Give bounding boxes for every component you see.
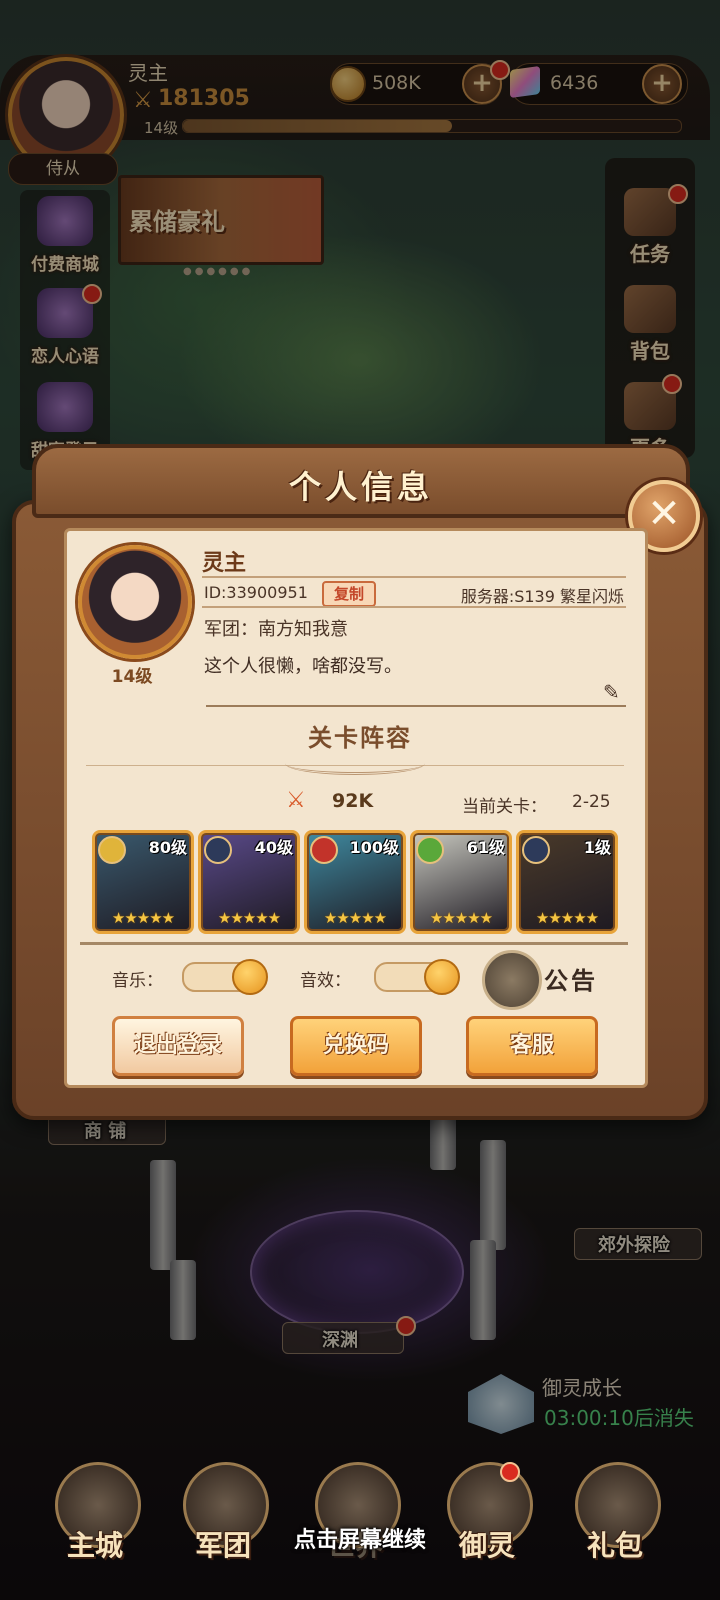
music-label: 音乐：: [112, 971, 163, 991]
nav-spirit[interactable]: 御灵: [432, 1462, 542, 1572]
megaphone-icon[interactable]: [482, 950, 542, 1010]
toggle-knob[interactable]: [424, 959, 460, 995]
sfx-toggle[interactable]: [374, 959, 460, 995]
hero-card[interactable]: 61级 ★★★★★: [410, 830, 512, 934]
notification-dot: [500, 1462, 520, 1482]
nav-legion[interactable]: 军团: [168, 1462, 278, 1572]
profile-name: 灵主: [202, 551, 247, 576]
edit-pencil-icon[interactable]: ✎: [603, 680, 620, 704]
divider: [206, 705, 626, 707]
hero-stars: ★★★★★: [217, 909, 281, 927]
profile-id: ID:33900951: [204, 583, 308, 602]
divider: [80, 942, 628, 945]
crossed-swords-icon: ⚔: [286, 788, 306, 813]
current-stage-label: 当前关卡：: [462, 797, 547, 817]
lineup-title: 关卡阵容: [308, 724, 412, 752]
hero-stars: ★★★★★: [429, 909, 493, 927]
element-icon: [522, 836, 550, 864]
hero-level: 1级: [583, 838, 611, 857]
nav-gift-pack[interactable]: 礼包: [560, 1462, 670, 1572]
element-icon: [310, 836, 338, 864]
copy-id-button[interactable]: 复制: [322, 581, 376, 607]
customer-service-button[interactable]: 客服: [466, 1016, 598, 1076]
current-stage-value: 2-25: [572, 792, 611, 812]
profile-server: 服务器:S139 繁星闪烁: [460, 587, 624, 606]
music-toggle[interactable]: [182, 959, 268, 995]
hero-card[interactable]: 40级 ★★★★★: [198, 830, 300, 934]
profile-signature[interactable]: 这个人很懒，啥都没写。: [204, 652, 402, 678]
hero-level: 40级: [254, 838, 293, 857]
tap-to-continue-hint: 点击屏幕继续: [293, 1528, 426, 1553]
lineup-power: 92K: [332, 790, 374, 812]
hero-card[interactable]: 1级 ★★★★★: [516, 830, 618, 934]
divider: [202, 576, 626, 578]
nav-world[interactable]: 世界: [300, 1462, 410, 1572]
profile-guild: 军团：南方知我意: [204, 619, 348, 640]
hero-stars: ★★★★★: [111, 909, 175, 927]
modal-title: 个人信息: [288, 468, 433, 506]
element-icon: [98, 836, 126, 864]
profile-level: 14级: [111, 667, 153, 687]
element-icon: [204, 836, 232, 864]
hero-card[interactable]: 100级 ★★★★★: [304, 830, 406, 934]
notice-button[interactable]: 公告: [544, 961, 598, 996]
redeem-code-button[interactable]: 兑换码: [290, 1016, 422, 1076]
profile-avatar[interactable]: [78, 545, 192, 659]
hero-stars: ★★★★★: [323, 909, 387, 927]
element-icon: [416, 836, 444, 864]
logout-button[interactable]: 退出登录: [112, 1016, 244, 1076]
hero-stars: ★★★★★: [535, 909, 599, 927]
hero-card[interactable]: 80级 ★★★★★: [92, 830, 194, 934]
hero-level: 61级: [466, 838, 505, 857]
nav-main-city[interactable]: 主城: [40, 1462, 150, 1572]
hero-level: 80级: [148, 838, 187, 857]
sfx-label: 音效：: [300, 971, 351, 991]
toggle-knob[interactable]: [232, 959, 268, 995]
divider: [202, 606, 626, 608]
profile-modal-header: 个人信息: [32, 444, 690, 518]
ornament-center: [285, 752, 425, 775]
hero-level: 100级: [349, 838, 399, 857]
